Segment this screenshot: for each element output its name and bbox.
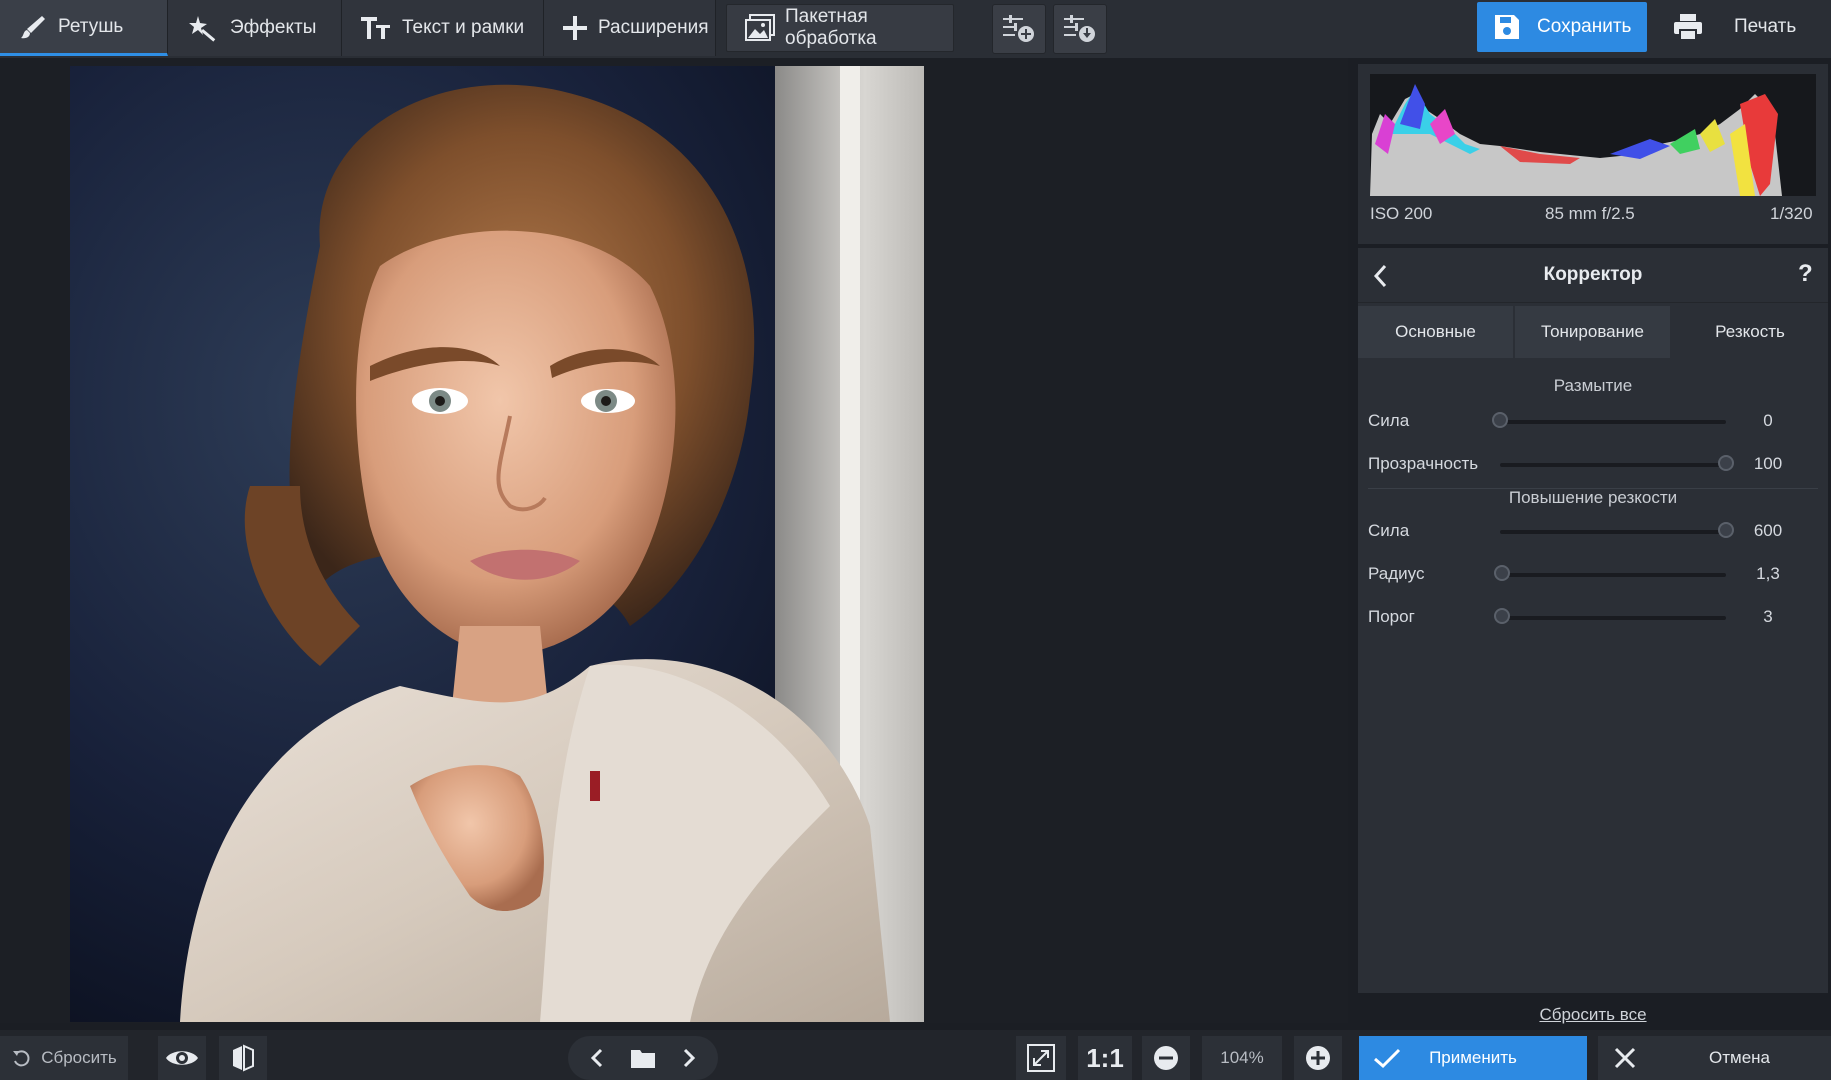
histogram-panel: ISO 200 85 mm f/2.5 1/320 [1358, 64, 1828, 244]
save-button[interactable]: Сохранить [1477, 2, 1647, 52]
preview-button[interactable] [158, 1036, 206, 1080]
tab-basic[interactable]: Основные [1358, 306, 1513, 358]
help-icon[interactable]: ? [1798, 260, 1813, 288]
sharpen-strength-label: Сила [1368, 521, 1410, 540]
tab-label: Эффекты [230, 17, 317, 38]
blur-opacity-value: 100 [1753, 454, 1783, 473]
corrector-header: Корректор ? [1358, 248, 1828, 303]
bottom-bar: Сбросить 1:1 104% Применить Отмена [0, 1030, 1831, 1080]
sharpen-section-title: Повышение резкости [1508, 488, 1678, 507]
reset-all-link[interactable]: Сбросить все [1358, 1005, 1828, 1025]
slider-knob[interactable] [1718, 455, 1734, 471]
eye-icon [166, 1051, 198, 1065]
sliders-add-icon [1003, 15, 1034, 42]
slider-knob[interactable] [1494, 565, 1511, 581]
portrait-photo[interactable] [70, 66, 924, 1022]
sharpen-radius-value: 1,3 [1756, 564, 1780, 583]
zoom-out-icon [1154, 1046, 1178, 1070]
fit-screen-icon [1027, 1044, 1055, 1072]
floppy-icon [1495, 15, 1519, 39]
printer-icon [1674, 14, 1702, 41]
reset-button[interactable]: Сбросить [0, 1036, 128, 1080]
tab-extensions[interactable]: Расширения [544, 0, 716, 56]
apply-button[interactable]: Применить [1359, 1036, 1587, 1080]
images-icon [745, 14, 775, 41]
blur-strength-slider[interactable] [1492, 412, 1726, 428]
histogram-chart [1370, 74, 1816, 196]
tab-label: Текст и рамки [402, 17, 525, 38]
corrector-panel: Корректор ? Основные Тонирование Резкост… [1358, 248, 1828, 993]
tab-label: Пакетная обработка [785, 6, 877, 49]
sharpen-strength-value: 600 [1753, 521, 1783, 540]
reset-label: Сбросить [41, 1048, 117, 1067]
tab-label: Расширения [598, 17, 709, 38]
lens-value: 85 mm f/2.5 [1545, 204, 1635, 223]
tab-batch[interactable]: Пакетная обработка [726, 4, 954, 52]
compare-button[interactable] [219, 1036, 267, 1080]
apply-label: Применить [1429, 1048, 1517, 1067]
save-label: Сохранить [1537, 16, 1632, 37]
sharpen-threshold-label: Порог [1368, 607, 1415, 626]
next-chevron-icon[interactable] [682, 1048, 696, 1068]
sharpen-threshold-value: 3 [1763, 607, 1773, 626]
tab-toning[interactable]: Тонирование [1515, 306, 1670, 358]
sharpen-threshold-slider[interactable] [1494, 608, 1726, 624]
slider-knob[interactable] [1492, 412, 1508, 428]
blur-section-title: Размытие [1553, 376, 1633, 395]
plus-icon [563, 16, 587, 40]
cancel-label: Отмена [1709, 1048, 1770, 1067]
slider-knob[interactable] [1494, 608, 1511, 624]
tab-retouch[interactable]: Ретушь [0, 0, 168, 56]
portrait-image [70, 66, 924, 1022]
folder-icon[interactable] [630, 1047, 656, 1069]
sliders-download-icon [1064, 15, 1095, 42]
blur-opacity-label: Прозрачность [1368, 454, 1479, 473]
tab-effects[interactable]: Эффекты [168, 0, 342, 56]
cancel-button[interactable]: Отмена [1598, 1036, 1831, 1080]
brush-icon [21, 15, 45, 38]
canvas-area [0, 58, 1348, 1023]
sharpen-strength-slider[interactable] [1500, 522, 1734, 538]
shutter-value: 1/320 [1770, 204, 1813, 223]
close-icon [1614, 1047, 1636, 1069]
load-preset-button[interactable] [1053, 4, 1107, 54]
sharpen-radius-label: Радиус [1368, 564, 1425, 583]
zoom-in-icon [1306, 1046, 1330, 1070]
top-toolbar: Ретушь Эффекты Текст и рамки Расширения … [0, 0, 1831, 59]
sharpen-radius-slider[interactable] [1494, 565, 1726, 581]
fit-screen-button[interactable] [1016, 1036, 1066, 1080]
blur-opacity-slider[interactable] [1500, 455, 1734, 471]
print-button[interactable]: Печать [1660, 2, 1831, 52]
slider-knob[interactable] [1718, 522, 1734, 538]
text-icon [361, 17, 390, 39]
print-label: Печать [1734, 16, 1797, 37]
add-preset-button[interactable] [992, 4, 1046, 54]
magic-wand-icon [189, 16, 216, 42]
navigation-group [568, 1036, 718, 1080]
compare-icon [233, 1044, 254, 1072]
zoom-in-button[interactable] [1294, 1036, 1342, 1080]
previous-chevron-icon[interactable] [590, 1048, 604, 1068]
blur-strength-value: 0 [1763, 411, 1773, 430]
zoom-level[interactable]: 104% [1202, 1036, 1282, 1080]
blur-strength-label: Сила [1368, 411, 1410, 430]
corrector-title: Корректор [1543, 264, 1643, 285]
zoom-out-button[interactable] [1142, 1036, 1190, 1080]
tab-sharpness[interactable]: Резкость [1672, 306, 1828, 358]
right-panel: ISO 200 85 mm f/2.5 1/320 Корректор ? Ос… [1348, 58, 1831, 1025]
actual-size-button[interactable]: 1:1 [1078, 1036, 1132, 1080]
tab-label: Ретушь [58, 15, 124, 37]
undo-icon [13, 1050, 30, 1067]
tab-text-frames[interactable]: Текст и рамки [342, 0, 544, 56]
iso-value: ISO 200 [1370, 204, 1433, 223]
